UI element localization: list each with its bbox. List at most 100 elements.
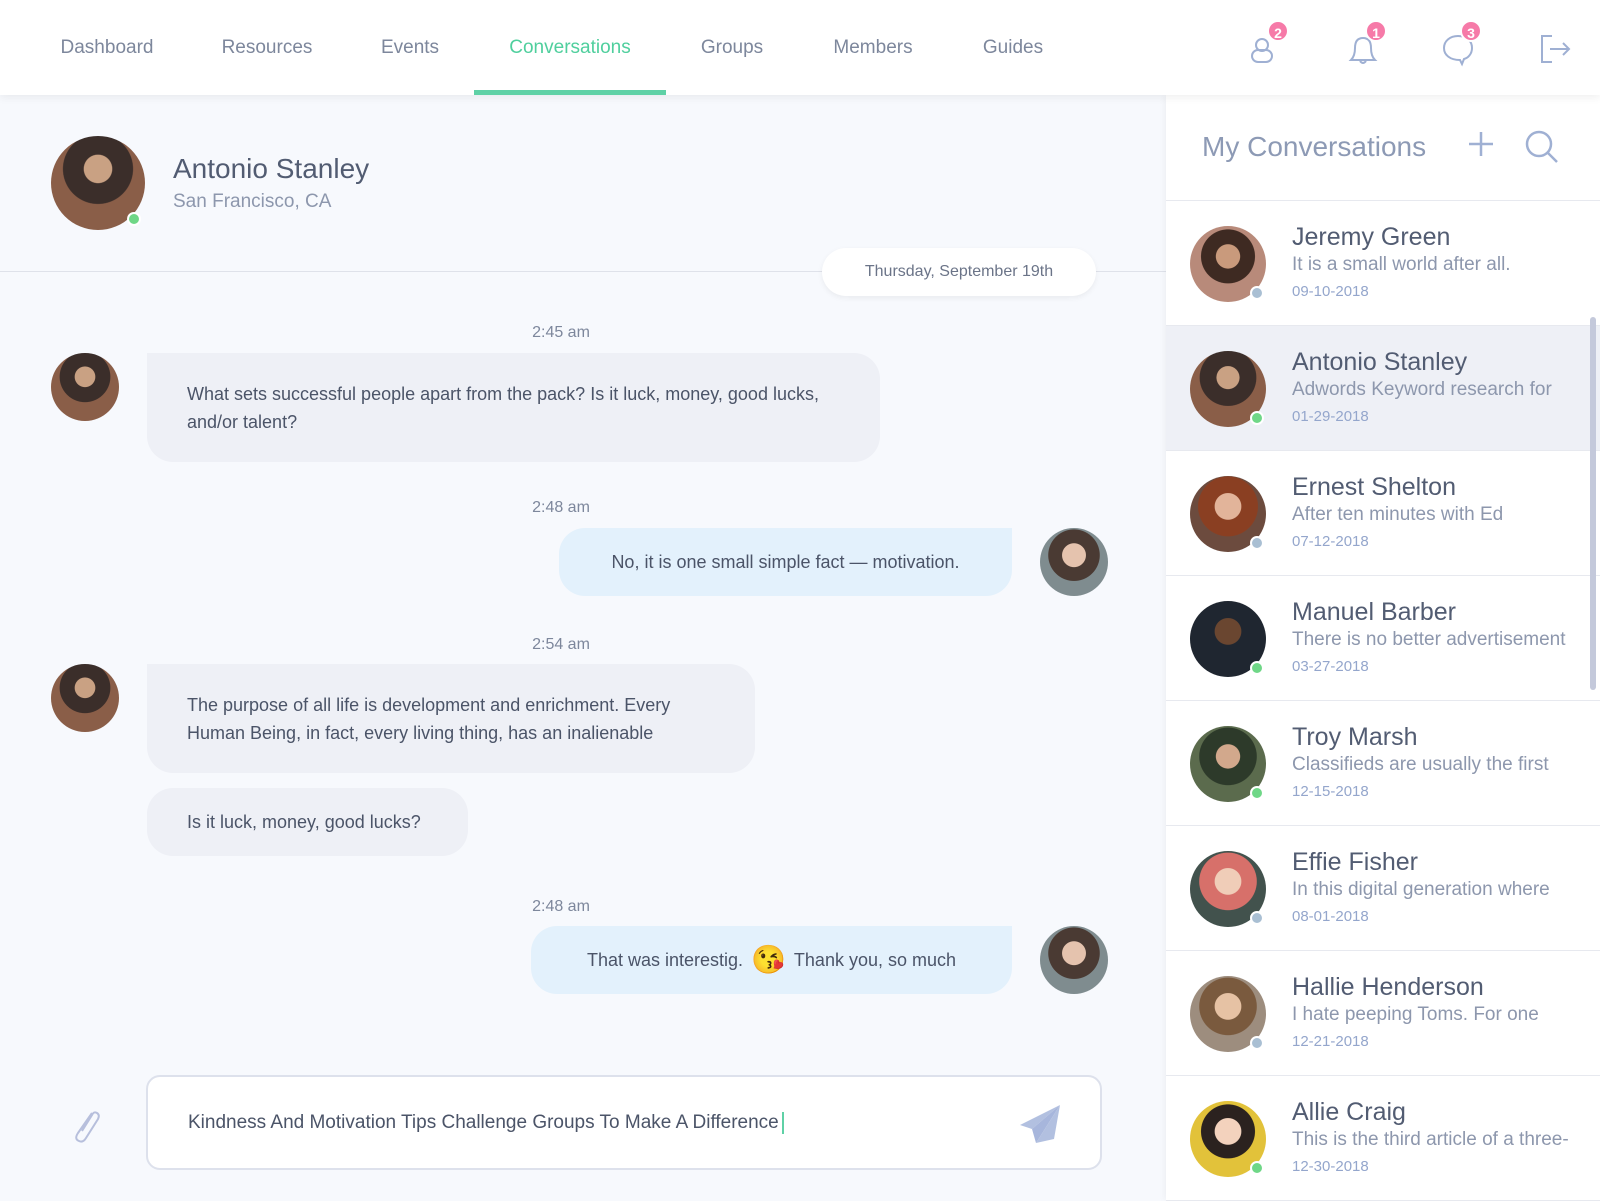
conversation-date: 12-15-2018 [1292,783,1369,800]
conversation-name: Troy Marsh [1292,723,1418,751]
message-bubble-outgoing: That was interestig. 😘 Thank you, so muc… [531,926,1012,994]
conversation-preview: This is the third article of a three- [1292,1129,1569,1150]
conversation-preview: In this digital generation where [1292,879,1550,900]
message-bubble-incoming: Is it luck, money, good lucks? [147,788,468,856]
message-bubble-incoming: The purpose of all life is development a… [147,664,755,773]
notification-badge: 1 [1365,20,1387,42]
conversation-preview: After ten minutes with Ed [1292,504,1504,525]
conversation-name: Hallie Henderson [1292,973,1484,1001]
conversation-avatar [1190,351,1266,427]
tab-guides[interactable]: Guides [970,0,1056,95]
send-button[interactable] [1018,1103,1062,1145]
date-separator: Thursday, September 19th [822,248,1096,296]
conversation-avatar [1190,476,1266,552]
conversation-name: Ernest Shelton [1292,473,1456,501]
notifications-button[interactable]: 1 [1343,20,1387,68]
my-avatar [1040,528,1108,596]
message-input[interactable]: Kindness And Motivation Tips Challenge G… [146,1075,1102,1170]
status-dot [1250,661,1264,675]
messages-button[interactable]: 3 [1438,20,1482,68]
message-text: No, it is one small simple fact — motiva… [611,552,960,572]
message-text: That was interestig. [586,950,744,970]
scrollbar[interactable] [1590,317,1596,690]
tab-members[interactable]: Members [820,0,926,95]
conversation-avatar [1190,976,1266,1052]
plus-icon [1469,132,1493,156]
status-dot [1250,411,1264,425]
contact-name: Antonio Stanley [173,153,370,184]
conversation-preview: Classifieds are usually the first [1292,754,1549,775]
conversation-preview: It is a small world after all. [1292,254,1511,275]
conversation-item[interactable]: Jeremy Green It is a small world after a… [1166,201,1600,326]
paperclip-icon [75,1111,100,1143]
message-text: The purpose of all life is development a… [187,694,671,743]
conversation-preview: I hate peeping Toms. For one [1292,1004,1539,1025]
conversation-date: 08-01-2018 [1292,908,1369,925]
conversation-name: Effie Fisher [1292,848,1418,876]
conversation-item[interactable]: Manuel Barber There is no better adverti… [1166,576,1600,701]
tab-resources[interactable]: Resources [200,0,334,95]
conversation-item[interactable]: Antonio Stanley Adwords Keyword research… [1166,326,1600,451]
conversation-item[interactable]: Hallie Henderson I hate peeping Toms. Fo… [1166,951,1600,1076]
contacts-button[interactable]: 2 [1245,20,1289,68]
conversation-avatar [1190,1101,1266,1177]
conversation-preview: Adwords Keyword research for [1292,379,1552,400]
contact-avatar[interactable] [51,136,145,230]
conversation-name: Jeremy Green [1292,223,1451,251]
conversation-name: Allie Craig [1292,1098,1406,1126]
conversation-item[interactable]: Troy Marsh Classifieds are usually the f… [1166,701,1600,826]
message-text: What sets successful people apart from t… [187,383,819,432]
conversation-date: 07-12-2018 [1292,533,1369,550]
status-dot [1250,1036,1264,1050]
conversation-date: 01-29-2018 [1292,408,1369,425]
message-text: Is it luck, money, good lucks? [187,812,421,832]
message-time: 2:45 am [532,324,590,341]
top-nav: Dashboard Resources Events Conversations… [0,0,1600,95]
tab-groups[interactable]: Groups [690,0,774,95]
conversation-date: 12-30-2018 [1292,1158,1369,1175]
search-icon [1525,130,1558,163]
message-input-text: Kindness And Motivation Tips Challenge G… [188,1112,784,1134]
new-conversation-button[interactable] [1466,129,1496,159]
message-time: 2:54 am [532,636,590,653]
conversation-date: 12-21-2018 [1292,1033,1369,1050]
search-button[interactable] [1524,129,1560,165]
kiss-emoji-icon: 😘 [751,944,786,975]
conversations-sidebar: My Conversations Jeremy Green It is a sm… [1166,95,1600,1201]
conversation-name: Manuel Barber [1292,598,1456,626]
conversation-name: Antonio Stanley [1292,348,1468,376]
conversation-avatar [1190,851,1266,927]
message-time: 2:48 am [532,898,590,915]
sidebar-title: My Conversations [1202,131,1427,162]
notification-badge: 2 [1267,20,1289,42]
logout-button[interactable] [1536,28,1576,68]
sender-avatar [51,353,119,421]
conversation-item[interactable]: Effie Fisher In this digital generation … [1166,826,1600,951]
tab-events[interactable]: Events [360,0,460,95]
conversation-date: 03-27-2018 [1292,658,1369,675]
tab-dashboard[interactable]: Dashboard [40,0,174,95]
status-dot [1250,786,1264,800]
notification-badge: 3 [1460,20,1482,42]
logout-icon [1541,35,1571,63]
message-bubble-outgoing: No, it is one small simple fact — motiva… [559,528,1012,596]
conversation-date: 09-10-2018 [1292,283,1369,300]
sender-avatar [51,664,119,732]
conversation-item[interactable]: Ernest Shelton After ten minutes with Ed… [1166,451,1600,576]
my-avatar [1040,926,1108,994]
conversation-avatar [1190,601,1266,677]
tab-conversations[interactable]: Conversations [474,0,666,95]
message-text: Thank you, so much [793,950,957,970]
contact-location: San Francisco, CA [173,191,332,212]
conversation-avatar [1190,726,1266,802]
status-dot [1250,911,1264,925]
status-dot [1250,286,1264,300]
conversation-preview: There is no better advertisement [1292,629,1566,650]
paper-plane-icon [1020,1105,1060,1143]
online-status-dot [127,212,141,226]
conversation-item[interactable]: Allie Craig This is the third article of… [1166,1076,1600,1201]
message-bubble-incoming: What sets successful people apart from t… [147,353,880,462]
attach-button[interactable] [68,1105,104,1145]
status-dot [1250,536,1264,550]
status-dot [1250,1161,1264,1175]
